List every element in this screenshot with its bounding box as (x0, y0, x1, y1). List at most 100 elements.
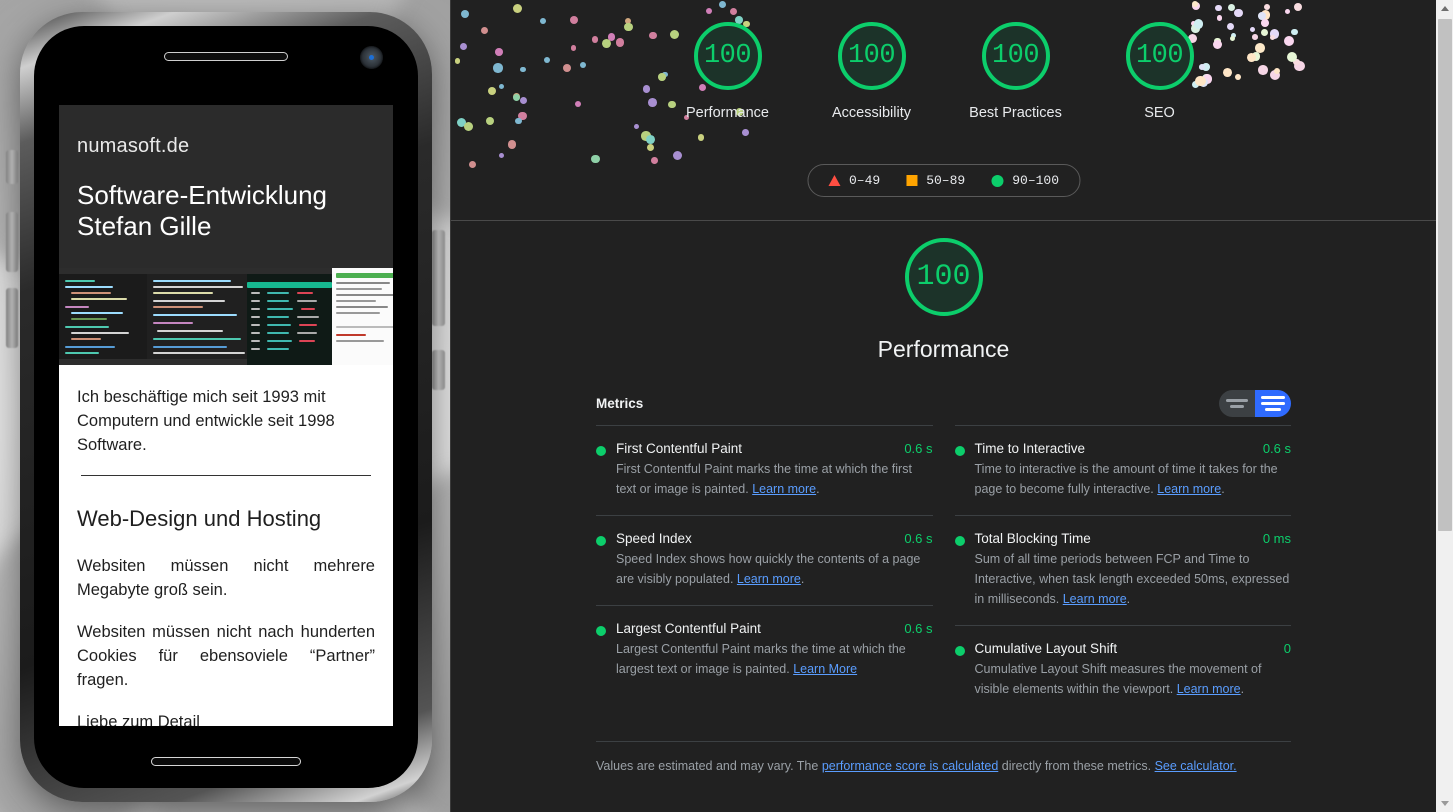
scrollbar-up-arrow[interactable] (1436, 0, 1453, 17)
see-calculator-link[interactable]: See calculator. (1155, 759, 1237, 773)
website-paragraph: Websiten müssen nicht mehrere Megabyte g… (77, 557, 375, 599)
scrollbar-thumb[interactable] (1438, 19, 1452, 531)
metric-name: Cumulative Layout Shift (974, 641, 1118, 656)
metric-name: Time to Interactive (974, 441, 1086, 456)
metric-item: First Contentful Paint 0.6 s First Conte… (596, 425, 933, 515)
gauge-performance[interactable]: 100 Performance (668, 22, 788, 123)
metrics-columns: First Contentful Paint 0.6 s First Conte… (596, 425, 1291, 737)
metric-item: Cumulative Layout Shift 0 Cumulative Lay… (954, 625, 1292, 737)
website-paragraph: Liebe zum Detail (77, 713, 200, 726)
learn-more-link[interactable]: Learn More (793, 662, 857, 676)
metric-description-text: Sum of all time periods between FCP and … (974, 552, 1290, 606)
phone-volume-down-button (6, 288, 18, 348)
metric-value: 0.6 s (904, 621, 933, 636)
metric-description-text: Largest Contentful Paint marks the time … (616, 642, 906, 676)
metrics-section: Metrics First Contentful Paint 0.6 s Fir… (451, 390, 1436, 776)
website-paragraph: Ich beschäftige mich seit 1993 mit Compu… (77, 388, 335, 454)
phone-side-button (6, 150, 18, 184)
metric-description-tail: . (1240, 682, 1245, 696)
gauge-label-performance: Performance (685, 105, 769, 121)
metric-name: Speed Index (616, 531, 692, 546)
page-scrollbar[interactable] (1436, 0, 1453, 812)
metric-item: Time to Interactive 0.6 s Time to intera… (954, 425, 1292, 515)
performance-score-calculated-link[interactable]: performance score is calculated (822, 759, 998, 773)
light-app-thumbnail (332, 268, 393, 365)
metric-description-text: Time to interactive is the amount of tim… (974, 462, 1278, 496)
code-editor-thumbnail (147, 268, 247, 365)
metric-item: Largest Contentful Paint 0.6 s Largest C… (596, 605, 933, 717)
metric-description-tail: . (1221, 482, 1225, 496)
metric-description: First Contentful Paint marks the time at… (616, 459, 933, 499)
performance-category-header: 100 Performance (451, 221, 1436, 363)
score-legend: 0–49 50–89 90–100 (806, 164, 1081, 197)
gauge-best-practices[interactable]: 100 Best Practices (956, 22, 1076, 123)
website-divider (81, 475, 371, 476)
metric-value: 0 ms (1262, 531, 1291, 546)
metrics-view-toggle[interactable] (1219, 390, 1291, 417)
phone-screen: numasoft.de Software-Entwicklung Stefan … (34, 26, 418, 788)
toggle-simple-view[interactable] (1219, 390, 1255, 417)
legend-range-fail: 0–49 (848, 173, 881, 188)
website-title: Software-Entwicklung Stefan Gille (77, 180, 327, 241)
footnote-text-2: directly from these metrics. (998, 759, 1155, 773)
learn-more-link[interactable]: Learn more (752, 482, 816, 496)
learn-more-link[interactable]: Learn more (1177, 682, 1241, 696)
website-body: Ich beschäftige mich seit 1993 mit Compu… (59, 365, 393, 726)
metric-description: Cumulative Layout Shift measures the mov… (975, 659, 1292, 699)
website-domain: numasoft.de (77, 135, 190, 157)
triangle-fail-icon (827, 175, 840, 186)
metric-description: Time to interactive is the amount of tim… (975, 459, 1292, 499)
data-table-thumbnail (247, 268, 332, 365)
toggle-expanded-view[interactable] (1255, 390, 1291, 417)
rendered-website-preview: numasoft.de Software-Entwicklung Stefan … (59, 105, 393, 726)
metric-name: Largest Contentful Paint (616, 621, 761, 636)
screen-root: numasoft.de Software-Entwicklung Stefan … (0, 0, 1453, 812)
pass-dot-icon (596, 536, 606, 546)
gauge-score-seo: 100 (1125, 22, 1194, 90)
website-banner-screenshots (59, 268, 393, 365)
metric-value: 0.6 s (904, 531, 933, 546)
gauge-label-accessibility: Accessibility (832, 105, 911, 121)
scrollbar-down-arrow[interactable] (1436, 795, 1453, 812)
metric-item: Speed Index 0.6 s Speed Index shows how … (596, 515, 933, 605)
gauge-label-best-practices: Best Practices (969, 105, 1062, 121)
lighthouse-scores-header: 100 Performance 100 Accessibility 100 Be… (451, 0, 1436, 221)
metric-description: Speed Index shows how quickly the conten… (616, 549, 933, 589)
metrics-column-right: Time to Interactive 0.6 s Time to intera… (954, 425, 1292, 737)
metric-item: Total Blocking Time 0 ms Sum of all time… (954, 515, 1292, 625)
square-average-icon (906, 175, 918, 186)
legend-item-pass: 90–100 (991, 173, 1059, 188)
legend-range-pass: 90–100 (1012, 173, 1060, 188)
metrics-footnote: Values are estimated and may vary. The p… (596, 741, 1291, 776)
phone-mockup-pane: numasoft.de Software-Entwicklung Stefan … (0, 0, 450, 812)
performance-category-title: Performance (877, 336, 1010, 362)
learn-more-link[interactable]: Learn more (737, 572, 801, 586)
legend-item-fail: 0–49 (827, 173, 881, 188)
pass-dot-icon (596, 626, 606, 636)
learn-more-link[interactable]: Learn more (1063, 592, 1127, 606)
website-paragraph: Websiten müssen nicht nach hunderten Coo… (77, 623, 375, 689)
phone-front-camera (360, 46, 383, 69)
legend-range-average: 50–89 (926, 173, 966, 188)
legend-item-average: 50–89 (906, 173, 965, 188)
category-gauge-row: 100 Performance 100 Accessibility 100 Be… (451, 22, 1436, 123)
gauge-score-accessibility: 100 (837, 22, 906, 90)
gauge-accessibility[interactable]: 100 Accessibility (812, 22, 932, 123)
metric-description: Sum of all time periods between FCP and … (975, 549, 1292, 609)
phone-home-indicator (151, 757, 301, 766)
pass-dot-icon (954, 646, 965, 656)
phone-device: numasoft.de Software-Entwicklung Stefan … (20, 12, 432, 802)
lighthouse-report: 100 Performance 100 Accessibility 100 Be… (450, 0, 1436, 812)
metric-description-tail: . (800, 572, 805, 586)
phone-side-button (432, 350, 445, 390)
website-hero: numasoft.de Software-Entwicklung Stefan … (59, 105, 393, 268)
gauge-seo[interactable]: 100 SEO (1100, 22, 1220, 123)
metric-value: 0 (1283, 641, 1291, 656)
gauge-score-best-practices: 100 (981, 22, 1050, 90)
metrics-header-row: Metrics (596, 390, 1291, 417)
metrics-title: Metrics (596, 396, 644, 411)
pass-dot-icon (596, 446, 606, 456)
gauge-label-seo: SEO (1144, 105, 1175, 121)
learn-more-link[interactable]: Learn more (1157, 482, 1221, 496)
metric-name: Total Blocking Time (974, 531, 1091, 546)
